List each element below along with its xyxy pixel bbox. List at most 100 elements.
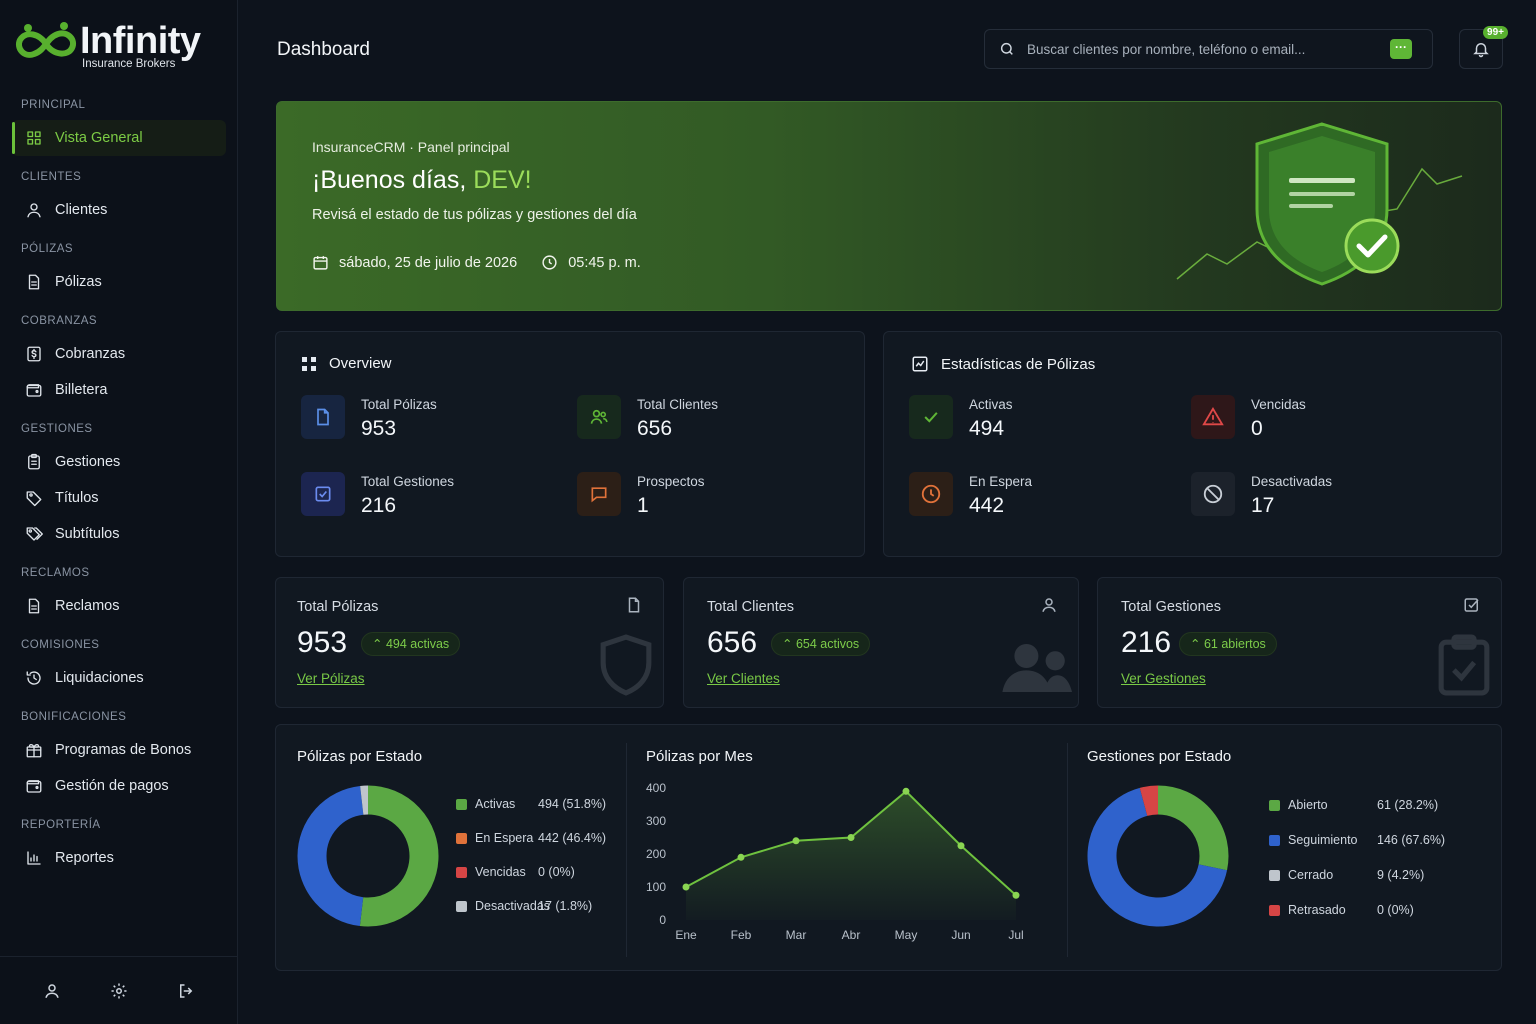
infinity-logo-icon [16,22,76,58]
legend-swatch [456,900,467,912]
chat-icon[interactable]: ··· [1390,39,1412,59]
stat-value: 656 [637,417,673,440]
nav-section-title: BONIFICACIONES [21,711,127,723]
donut-slice-cerrado[interactable] [1139,785,1159,817]
x-tick-label: May [895,928,918,942]
legend-label: Vencidas [475,865,526,879]
y-tick-label: 300 [646,814,666,828]
kpi-label: Total Clientes [707,599,795,615]
sidebar-footer [0,956,238,1024]
sidebar-item-reportes[interactable]: Reportes [12,840,226,876]
overview-title: Overview [301,355,392,372]
search-input[interactable] [1027,41,1377,57]
donut-slice-abierto[interactable] [1157,785,1229,871]
data-point-may[interactable] [902,787,910,795]
overview-card: Overview Total Pólizas 953 Total Clientes… [275,331,865,557]
edit-check-icon [1463,596,1481,619]
stat-total-clientes[interactable]: Total Clientes 656 [577,395,718,441]
shield-check-icon [1176,122,1463,286]
sidebar-item-vista-general[interactable]: Vista General [12,120,226,156]
profile-icon[interactable] [41,980,63,1002]
data-point-feb[interactable] [737,853,745,861]
sidebar-item-cobranzas[interactable]: Cobranzas [12,336,226,372]
sidebar-item-clientes[interactable]: Clientes [12,192,226,228]
kpi-card-polizas: Total Pólizas 953 ⌃ 494 activas Ver Póli… [275,577,664,708]
policy-stats-card: Estadísticas de Pólizas Activas 494 Venci… [883,331,1502,557]
ver-gestiones-link[interactable]: Ver Gestiones [1121,671,1206,686]
stat-label: Total Pólizas [361,397,437,412]
overview-title-text: Overview [329,355,392,372]
sidebar-item-gestión-de-pagos[interactable]: Gestión de pagos [12,768,226,804]
clipboard-icon [28,453,40,470]
sidebar-item-liquidaciones[interactable]: Liquidaciones [12,660,226,696]
hero-breadcrumb: InsuranceCRM · Panel principal [312,139,510,155]
checkbox-icon [301,472,345,516]
search-bar[interactable]: ··· [984,29,1433,69]
stat-activas[interactable]: Activas 494 [909,395,1013,441]
legend-value: 494 (51.8%) [538,797,607,811]
sidebar-item-programas-de-bonos[interactable]: Programas de Bonos [12,732,226,768]
ver-clientes-link[interactable]: Ver Clientes [707,671,780,686]
settings-gear-icon[interactable] [108,980,130,1002]
hero-time: 05:45 p. m. [541,254,641,271]
sidebar-item-billetera[interactable]: Billetera [12,372,226,408]
stat-total-gestiones[interactable]: Total Gestiones 216 [301,472,454,518]
sidebar-item-label: Cobranzas [55,346,126,362]
users-icon [577,395,621,439]
donut-slice-activas[interactable] [359,785,439,927]
sidebar-item-subtítulos[interactable]: Subtítulos [12,516,226,552]
legend-item: En Espera [456,831,533,845]
shield-icon [595,632,657,703]
data-point-jun[interactable] [957,842,965,850]
stat-en-espera[interactable]: En Espera 442 [909,472,1032,518]
data-point-jul[interactable] [1012,891,1020,899]
stat-value: 216 [361,494,397,517]
legend-swatch [456,832,467,844]
policy-stats-title: Estadísticas de Pólizas [911,355,1095,373]
nav-section-title: PRINCIPAL [21,99,86,111]
sidebar-nav: PRINCIPAL Vista General CLIENTES Clientes PÓ… [0,92,238,876]
sidebar-item-label: Subtítulos [55,526,120,542]
stat-label: Vencidas [1251,397,1306,412]
document-icon [28,598,40,614]
kpi-pill: ⌃ 61 abiertos [1179,632,1277,656]
logout-icon[interactable] [175,980,197,1002]
gestiones-donut-chart [1087,785,1229,927]
notifications-button[interactable]: 99+ [1459,26,1508,69]
grid-icon [27,131,41,145]
data-point-mar[interactable] [792,837,800,845]
sidebar-item-pólizas[interactable]: Pólizas [12,264,226,300]
stat-desactivadas[interactable]: Desactivadas 17 [1191,472,1332,518]
stat-vencidas[interactable]: Vencidas 0 [1191,395,1306,441]
chart-check-icon [912,356,928,372]
stat-total-polizas[interactable]: Total Pólizas 953 [301,395,437,441]
sidebar-item-gestiones[interactable]: Gestiones [12,444,226,480]
sidebar-item-label: Pólizas [55,274,102,290]
check-icon [909,395,953,439]
stat-value: 494 [969,417,1005,440]
legend-item: Activas [456,797,515,811]
user-icon [1040,596,1058,619]
document-icon [625,596,643,619]
kpi-card-clientes: Total Clientes 656 ⌃ 654 activos Ver Cli… [683,577,1079,708]
chart-divider [626,743,627,957]
stat-label: Activas [969,397,1013,412]
overview-grid-icon [302,356,316,371]
brand-logo[interactable]: Infinity Insurance Brokers [14,18,224,74]
stat-prospectos[interactable]: Prospectos 1 [577,472,705,518]
welcome-banner: InsuranceCRM · Panel principal ¡Buenos d… [276,101,1502,311]
sidebar-item-label: Reportes [55,850,114,866]
sidebar-item-títulos[interactable]: Títulos [12,480,226,516]
sidebar-item-reclamos[interactable]: Reclamos [12,588,226,624]
data-point-ene[interactable] [682,883,690,891]
policy-stats-title-text: Estadísticas de Pólizas [941,355,1096,373]
notifications-badge: 99+ [1483,26,1508,39]
data-point-abr[interactable] [847,834,855,841]
nav-section-title: PÓLIZAS [21,243,74,255]
document-icon [301,395,345,439]
donut-slice-en-espera[interactable] [297,785,364,927]
y-tick-label: 400 [646,781,666,795]
legend-value: 61 (28.2%) [1377,798,1439,812]
ver-polizas-link[interactable]: Ver Pólizas [297,671,365,686]
wallet-icon [26,780,42,793]
